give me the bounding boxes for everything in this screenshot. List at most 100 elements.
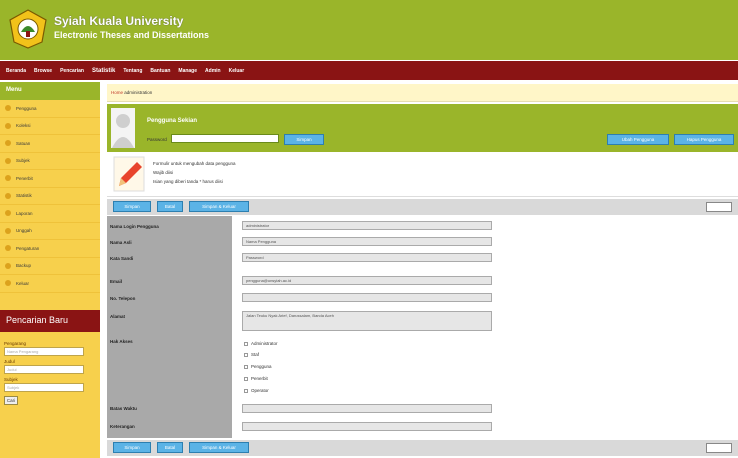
role-label: Pengguna: [251, 364, 272, 369]
nav-search[interactable]: Pencarian: [60, 68, 84, 74]
title-input[interactable]: Judul: [4, 365, 84, 374]
bottom-toolbar: Simpan Batal Simpan & Keluar: [107, 440, 738, 456]
nav-logout[interactable]: Keluar: [229, 68, 245, 74]
edit-user-button[interactable]: Ubah Pengguna: [607, 134, 669, 145]
full-name-field[interactable]: Nama Pengguna: [242, 237, 492, 246]
field-label-phone: No. Telepon: [110, 296, 136, 301]
author-input[interactable]: Nama Pengarang: [4, 347, 84, 356]
field-label-notes: Keterangan: [110, 424, 135, 429]
nav-about[interactable]: Tentang: [123, 68, 142, 74]
info-line-1: Formulir untuk mengubah data pengguna: [153, 161, 236, 166]
checkbox-icon: [244, 341, 248, 346]
role-checkbox-staff[interactable]: Staf: [244, 352, 259, 357]
sidebar-item-upload[interactable]: Unggah: [0, 223, 100, 240]
role-label: Administrator: [251, 341, 278, 346]
password-field[interactable]: Password: [242, 253, 492, 262]
password-label: Password: [147, 137, 167, 142]
role-checkbox-operator[interactable]: Operator: [244, 388, 269, 393]
nav-admin[interactable]: Admin: [205, 68, 221, 74]
sidebar-item-backup[interactable]: Backup: [0, 258, 100, 275]
phone-field[interactable]: [242, 293, 492, 302]
notes-field[interactable]: [242, 422, 492, 431]
main-navigation: Beranda Browse Pencarian Statistik Tenta…: [0, 61, 738, 80]
nav-manage[interactable]: Manage: [178, 68, 197, 74]
nav-help[interactable]: Bantuan: [150, 68, 170, 74]
sidebar-item-label: Penerbit: [16, 175, 33, 181]
role-label: Staf: [251, 352, 260, 357]
field-label-password: Kata Sandi: [110, 256, 134, 261]
site-header: Syiah Kuala University Electronic Theses…: [0, 0, 738, 60]
checkbox-icon: [244, 352, 248, 357]
delete-user-button[interactable]: Hapus Pengguna: [674, 134, 734, 145]
email-field[interactable]: pengguna@unsyiah.ac.id: [242, 276, 492, 285]
nav-browse[interactable]: Browse: [34, 68, 52, 74]
toolbar-right-box[interactable]: [706, 443, 732, 453]
university-logo-icon: [9, 9, 47, 49]
breadcrumb: Home administration: [107, 84, 738, 102]
sidebar: Menu Pengguna Koleksi Satuan Subjek Pene…: [0, 82, 100, 458]
toolbar-right-box[interactable]: [706, 202, 732, 212]
sidebar-item-statistics[interactable]: Statistik: [0, 188, 100, 205]
sidebar-item-collections[interactable]: Koleksi: [0, 118, 100, 135]
recent-search-heading: Pencarian Baru: [0, 310, 100, 332]
sidebar-item-logout[interactable]: Keluar: [0, 275, 100, 293]
sidebar-heading: Menu: [0, 82, 100, 100]
nav-statistics[interactable]: Statistik: [92, 68, 115, 74]
bullet-icon: [5, 105, 11, 112]
role-checkbox-user[interactable]: Pengguna: [244, 364, 272, 369]
checkbox-icon: [244, 376, 248, 381]
sidebar-search-form: Pengarang Nama Pengarang Judul Judul Sub…: [4, 338, 96, 405]
sidebar-item-publishers[interactable]: Penerbit: [0, 170, 100, 188]
sidebar-item-settings[interactable]: Pengaturan: [0, 240, 100, 258]
nav-home[interactable]: Beranda: [6, 68, 26, 74]
password-save-button[interactable]: Simpan: [284, 134, 324, 145]
sidebar-item-label: Keluar: [16, 280, 30, 286]
site-subtitle: Electronic Theses and Dissertations: [54, 30, 210, 40]
title-label: Judul: [4, 359, 15, 364]
breadcrumb-home-link[interactable]: Home: [111, 90, 123, 95]
user-avatar-icon: [111, 108, 135, 148]
sidebar-item-label: Koleksi: [16, 123, 31, 129]
user-name: Pengguna Sekian: [147, 118, 198, 124]
role-label: Operator: [251, 388, 269, 393]
role-checkbox-admin[interactable]: Administrator: [244, 341, 278, 346]
sidebar-item-units[interactable]: Satuan: [0, 135, 100, 153]
cancel-button[interactable]: Batal: [157, 201, 183, 212]
author-label: Pengarang: [4, 341, 27, 346]
save-exit-button[interactable]: Simpan & Keluar: [189, 201, 249, 212]
bullet-icon: [5, 157, 11, 164]
breadcrumb-current: administration: [124, 90, 153, 95]
bullet-icon: [5, 175, 11, 182]
role-checkbox-publisher[interactable]: Penerbit: [244, 376, 268, 381]
login-name-field[interactable]: administrator: [242, 221, 492, 230]
sidebar-item-reports[interactable]: Laporan: [0, 205, 100, 223]
subject-input[interactable]: Subjek: [4, 383, 84, 392]
field-label-login: Nama Login Pengguna: [110, 224, 159, 229]
bullet-icon: [5, 192, 11, 199]
field-label-email: Email: [110, 279, 123, 284]
save-button[interactable]: Simpan: [113, 201, 151, 212]
address-field[interactable]: Jalan Teuku Nyak Arief, Darussalam, Band…: [242, 311, 492, 331]
sidebar-item-users[interactable]: Pengguna: [0, 100, 100, 118]
save-exit-button[interactable]: Simpan & Keluar: [189, 442, 249, 453]
sidebar-item-label: Subjek: [16, 158, 30, 164]
checkbox-icon: [244, 364, 248, 369]
bullet-icon: [5, 210, 11, 217]
sidebar-item-label: Unggah: [16, 228, 32, 234]
sidebar-item-subjects[interactable]: Subjek: [0, 153, 100, 170]
user-panel: Pengguna Sekian Password Simpan Ubah Pen…: [107, 104, 738, 152]
deadline-field[interactable]: [242, 404, 492, 413]
password-input[interactable]: [171, 134, 279, 143]
sidebar-item-label: Laporan: [16, 210, 33, 216]
site-title: Syiah Kuala University: [54, 14, 184, 28]
info-line-3: Isian yang diberi tanda * harus diisi: [153, 179, 223, 184]
bullet-icon: [5, 262, 11, 269]
cancel-button[interactable]: Batal: [157, 442, 183, 453]
role-label: Penerbit: [251, 376, 268, 381]
info-box: Formulir untuk mengubah data pengguna Wa…: [107, 153, 738, 197]
search-go-button[interactable]: Cari: [4, 396, 18, 405]
sidebar-item-label: Backup: [16, 263, 32, 269]
field-label-fullname: Nama Asli: [110, 240, 132, 245]
page: Syiah Kuala University Electronic Theses…: [0, 0, 738, 458]
save-button[interactable]: Simpan: [113, 442, 151, 453]
